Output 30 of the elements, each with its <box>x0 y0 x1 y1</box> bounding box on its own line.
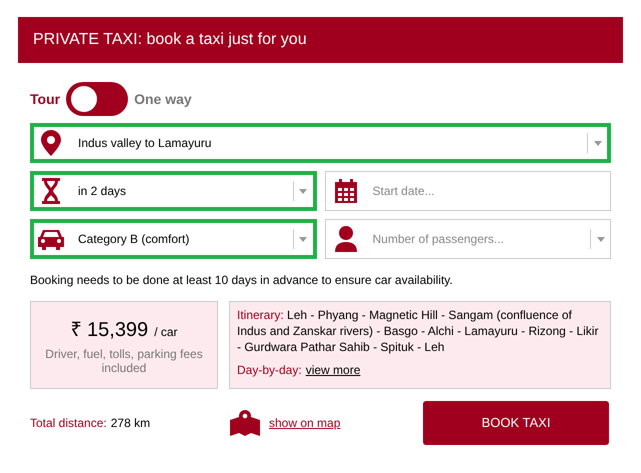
show-on-map-link[interactable]: show on map <box>269 414 340 432</box>
trip-type-switch[interactable] <box>66 82 128 116</box>
price-note: Driver, fuel, tolls, parking fees included <box>44 347 204 375</box>
calendar-icon <box>334 179 356 203</box>
distance-value: 278 km <box>110 415 150 432</box>
passengers-select[interactable]: Number of passengers... <box>324 219 611 259</box>
trip-type-option[interactable]: Tour <box>30 88 60 110</box>
notice-text: Booking needs to be done at least 10 days in advance to ensure car availability. <box>30 272 454 289</box>
route-select[interactable]: Indus valley to Lamayuru <box>30 123 611 163</box>
dropdown-caret-icon <box>299 236 307 242</box>
dropdown-caret-icon <box>596 236 604 242</box>
day-by-day-label: Day-by-day: <box>237 362 302 379</box>
dropdown-caret-icon <box>299 188 307 194</box>
car-category-select[interactable]: Category B (comfort) <box>30 219 316 259</box>
car-icon <box>38 228 64 250</box>
distance-label: Total distance: <box>30 415 107 432</box>
view-more-link[interactable]: view more <box>306 361 360 379</box>
hourglass-icon <box>41 178 61 204</box>
header-title: PRIVATE TAXI: book a taxi just for you <box>33 30 307 50</box>
price-unit: / car <box>154 324 178 341</box>
location-pin-icon <box>41 130 61 156</box>
start-date-field[interactable]: Start date... <box>324 171 611 211</box>
duration-select[interactable]: in 2 days <box>30 171 316 211</box>
itinerary-text: Itinerary: Leh - Phyang - Magnetic Hill - Sangam (confluence of Indus and Zanskar rivers) - Basgo - Alchi - Lamayuru - Rizong - Likir - Gurdwara Pathar Sahib - Spituk - Leh <box>237 307 600 355</box>
dropdown-caret-icon <box>594 140 602 146</box>
map-pin-icon <box>230 410 260 436</box>
price-amount: ₹ 15,399 <box>70 318 148 343</box>
book-taxi-button[interactable]: BOOK TAXI <box>423 401 609 445</box>
trip-type-option[interactable]: One way <box>134 88 192 110</box>
person-icon <box>334 226 356 252</box>
